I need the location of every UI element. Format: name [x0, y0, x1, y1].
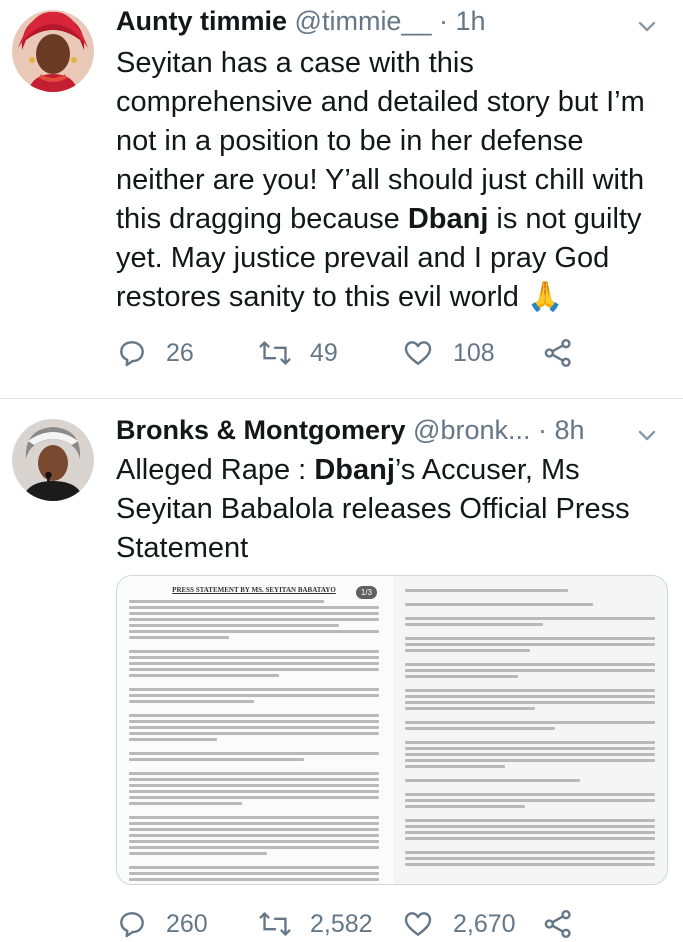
document-image[interactable]: PRESS STATEMENT BY MS. SEYITAN BABATAYO …	[117, 576, 391, 884]
separator: ·	[439, 6, 449, 36]
retweet-icon	[259, 912, 291, 936]
document-text-lines	[129, 600, 379, 884]
tweet-media[interactable]: PRESS STATEMENT BY MS. SEYITAN BABATAYO …	[116, 575, 668, 885]
document-image[interactable]	[391, 576, 667, 884]
like-count: 108	[453, 338, 495, 367]
page-badge: 1/3	[355, 586, 377, 599]
tweet-actions: 260 2,582 2,670	[116, 904, 656, 942]
separator: ·	[538, 415, 548, 445]
handle[interactable]: @bronk...	[413, 415, 530, 445]
share-icon	[544, 910, 571, 938]
share-button[interactable]	[542, 333, 574, 373]
reply-button[interactable]: 26	[116, 333, 194, 373]
retweet-count: 2,582	[310, 909, 373, 938]
tweet-text-bold: Dbanj	[407, 203, 489, 235]
tweet-header: Aunty timmie @timmie__ · 1h	[116, 6, 631, 37]
reply-count: 260	[166, 909, 208, 938]
tweet-text-part: Alleged Rape :	[116, 454, 315, 486]
avatar[interactable]	[12, 419, 94, 501]
display-name[interactable]: Bronks & Montgomery	[116, 415, 406, 445]
like-button[interactable]: 2,670	[401, 904, 516, 942]
like-button[interactable]: 108	[401, 333, 495, 373]
reply-button[interactable]: 260	[116, 904, 208, 942]
chevron-down-icon[interactable]	[635, 14, 659, 38]
tweet: Aunty timmie @timmie__ · 1h Seyitan has …	[0, 0, 683, 398]
document-text-lines	[405, 589, 655, 866]
share-icon	[544, 339, 571, 367]
tweet-actions: 26 49 108	[116, 333, 656, 373]
heart-icon	[404, 912, 432, 936]
retweet-button[interactable]: 49	[258, 333, 338, 373]
heart-icon	[404, 341, 432, 365]
handle[interactable]: @timmie__	[295, 6, 432, 36]
document-title: PRESS STATEMENT BY MS. SEYITAN BABATAYO	[172, 586, 336, 594]
reply-icon	[120, 912, 144, 938]
retweet-count: 49	[310, 338, 338, 367]
tweet-text: Alleged Rape : Dbanj’s Accuser, Ms Seyit…	[116, 451, 668, 568]
share-button[interactable]	[542, 904, 574, 942]
display-name[interactable]: Aunty timmie	[116, 6, 287, 36]
retweet-icon	[259, 341, 291, 365]
reply-count: 26	[166, 338, 194, 367]
tweet-header: Bronks & Montgomery @bronk... · 8h	[116, 415, 631, 446]
like-count: 2,670	[453, 909, 516, 938]
retweet-button[interactable]: 2,582	[258, 904, 373, 942]
reply-icon	[120, 341, 144, 367]
timestamp[interactable]: 1h	[456, 6, 486, 36]
timestamp[interactable]: 8h	[555, 415, 585, 445]
chevron-down-icon[interactable]	[635, 423, 659, 447]
tweet-text-bold: Dbanj	[314, 454, 395, 486]
avatar[interactable]	[12, 10, 94, 92]
tweet-text: Seyitan has a case with this comprehensi…	[116, 44, 668, 317]
